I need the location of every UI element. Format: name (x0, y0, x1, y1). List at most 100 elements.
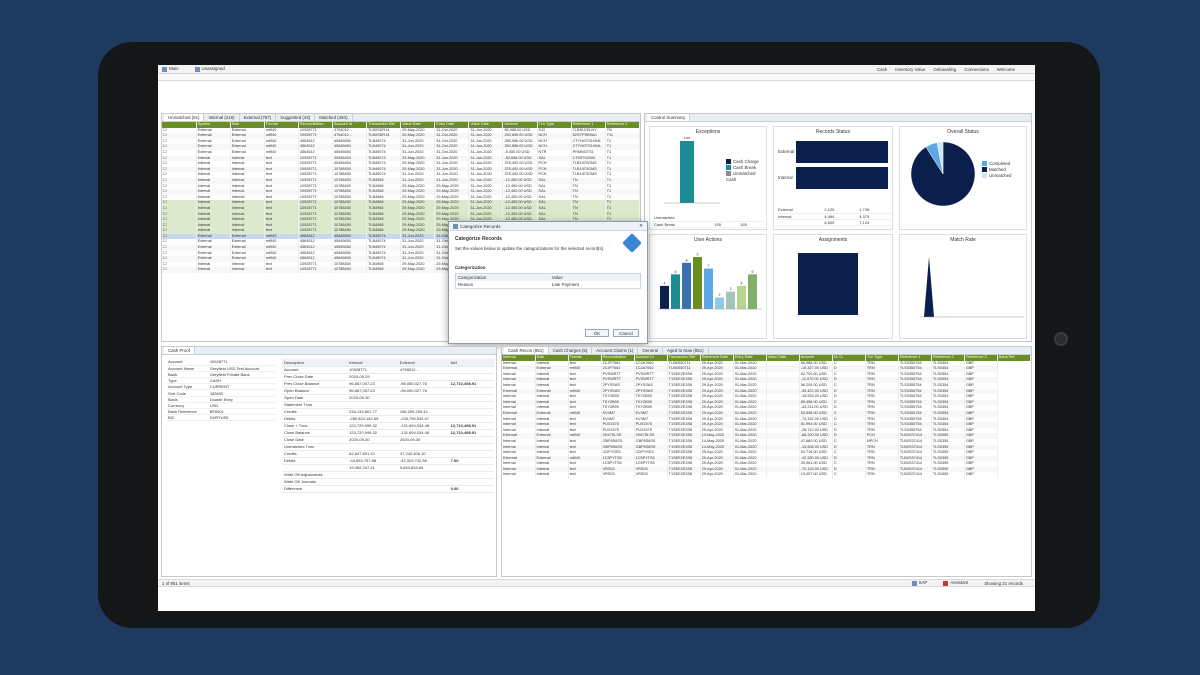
sap-label: SAP (918, 580, 928, 586)
tab-recon-3[interactable]: Suggested (43) (276, 114, 316, 121)
net-cell (448, 471, 494, 479)
table-cell: Difference (282, 485, 348, 493)
table-cell: Credits (282, 450, 348, 458)
table-cell: 29-Apr-2020 (700, 472, 734, 479)
dialog-title: Categorize Records (460, 223, 501, 229)
perspective-0[interactable]: Cash (877, 67, 887, 72)
user-actions-bar (726, 291, 735, 309)
table-cell (397, 401, 449, 409)
tab-cash-0[interactable]: Cash Recon (951) (504, 347, 549, 354)
assistant-indicator[interactable]: Assistant (943, 580, 976, 586)
tab-cash-2[interactable]: Account Claims (1) (592, 347, 639, 354)
user-actions-title: User Actions (693, 237, 723, 243)
table-row: Unmatched Txns (282, 443, 494, 451)
legend-item: Unmatched Cash (726, 171, 766, 183)
table-cell: Cash Break (652, 221, 713, 228)
tab-control-summary[interactable]: Control Summary (647, 114, 691, 121)
legend-label: Cash Break (733, 165, 756, 170)
table-cell: 234,133,801.77 (347, 408, 398, 416)
legend-label: Matched (989, 167, 1006, 172)
table-cell (347, 471, 398, 479)
ok-button[interactable]: OK (585, 329, 609, 337)
secondary-toolbar (158, 74, 1035, 81)
categorization-col-header: Categorization (458, 275, 487, 280)
table-cell: 2020-09-29 (347, 373, 398, 381)
table-cell: -42,329,742.56 (397, 457, 449, 465)
cash-body: Internal Internal text 2CJP7662 1C2A7662 TLB6… (502, 360, 1031, 479)
table-cell: -18,533.00 USD (799, 394, 833, 400)
cash-proof-table: Description Internal External Net Account 10… (282, 359, 494, 493)
tab-cash-4[interactable]: Aged to Now (851) (663, 347, 709, 354)
tab-recon-0[interactable]: Unmatched (81) (164, 114, 205, 121)
table-row: Debits -44,653,757.88 -42,329,742.56 7.00 (282, 457, 494, 465)
assistant-label: Assistant (950, 580, 969, 586)
categorization-table: Categorization Value Reason Late Payment (455, 273, 641, 289)
table-row: Prev Close Balance 96,687,007.23 -96,050,0… (282, 380, 494, 388)
table-cell: 10928771 (298, 267, 333, 274)
table-row: Close Date 2020-09-30 2020-09-30 (282, 436, 494, 444)
table-cell (776, 219, 823, 227)
account-details: Account 10928771 Account Name Greyfield USD… (166, 359, 276, 422)
table-cell: -44,653,757.88 (347, 457, 398, 465)
user-icon (194, 66, 200, 72)
tab-cash-1[interactable]: Cash Charges (5) (549, 347, 593, 354)
table-cell: Statement Txns (282, 401, 348, 409)
table-row: 6,600 7,124 (776, 219, 892, 227)
categorization-row[interactable]: Reason Late Payment (456, 281, 641, 289)
table-cell: Account (282, 366, 348, 374)
column-header: External (397, 359, 449, 367)
table-row: Open Date 2020-09-30 (282, 394, 494, 402)
column-header[interactable]: Bank Ref (997, 355, 1031, 361)
table-cell: Internal (535, 472, 569, 479)
menu-unassigned[interactable]: Unassigned (194, 66, 233, 72)
sap-icon (911, 580, 917, 586)
table-cell (397, 485, 449, 493)
table-cell: Close Date (282, 436, 348, 444)
tab-recon-2[interactable]: External (787) (240, 114, 277, 121)
perspective-3[interactable]: Connections (964, 67, 988, 72)
table-cell: Debits (282, 415, 348, 423)
net-cell (448, 408, 494, 416)
table-cell: Write Off Journals (282, 478, 348, 486)
dialog-body: Categorize Records Set the values below … (449, 231, 647, 294)
table-cell: TLB0S37414 (898, 472, 932, 479)
assignments-chart: Assignments (773, 234, 893, 339)
table-row[interactable]: Internal Internal text VRS03 VRS03 T1SEE2E3S8… (502, 472, 1031, 479)
perspective-4[interactable]: Welcome (997, 67, 1015, 72)
column-header: Description (282, 359, 348, 367)
sap-indicator[interactable]: SAP (911, 580, 936, 586)
close-icon[interactable]: ✕ (639, 223, 643, 229)
categorization-reason: Reason (458, 282, 474, 287)
user-actions-data-label: 6 (675, 270, 677, 274)
value-col-header: Value (551, 275, 563, 280)
app-screen: Main Unassigned Cash Inventory Value Onboa… (158, 65, 1035, 611)
overall-pie (910, 141, 976, 207)
tab-recon-4[interactable]: Matched (484) (315, 114, 353, 121)
cancel-button[interactable]: Cancel (613, 329, 639, 337)
camera-icon (1054, 332, 1068, 346)
perspective-1[interactable]: Inventory Value (895, 67, 925, 72)
table-row: Open Balance 96,687,007.23 -96,050,027.76 (282, 387, 494, 395)
dialog-section-title: Categorization (455, 265, 486, 270)
match-rate-chart: Match Rate (899, 234, 1027, 339)
cash-recon-panel: Cash Recon (951) Cash Charges (5) Account … (501, 346, 1032, 577)
status-item-count: 1 of 951 items (162, 580, 190, 586)
table-cell (347, 401, 398, 409)
table-cell: T1SEE2E3S8 (667, 472, 701, 479)
table-cell: 62,647,891.10 (347, 450, 398, 458)
table-cell: Debits (282, 457, 348, 465)
categorization-value[interactable]: Late Payment (550, 281, 641, 289)
assignments-bar (798, 253, 858, 315)
tab-recon-1[interactable]: Internal (416) (204, 114, 240, 121)
menu-main[interactable]: Main (162, 66, 187, 72)
table-row: Write Off Adjustments (282, 471, 494, 479)
net-cell (448, 464, 494, 472)
tab-cash-proof[interactable]: Cash Proof (164, 347, 195, 354)
row-checkbox[interactable]: ☐ (162, 267, 197, 274)
exceptions-legend: Cash Charge Cash Break Unmatched Cash (726, 159, 766, 183)
dialog-titlebar: Categorize Records ✕ (449, 222, 647, 231)
column-header[interactable]: Transaction Ref (667, 355, 701, 361)
user-actions-data-label: 3 (730, 287, 732, 291)
tab-cash-3[interactable]: General (638, 347, 664, 354)
perspective-2[interactable]: Onboarding (933, 67, 956, 72)
